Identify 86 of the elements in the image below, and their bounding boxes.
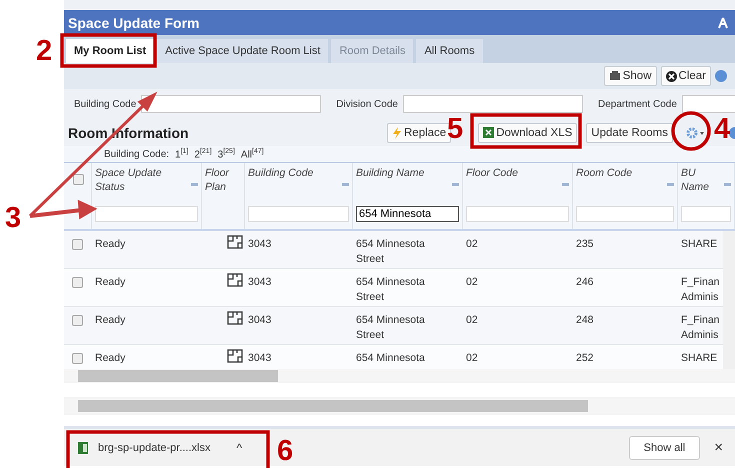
- sort-icon[interactable]: [342, 183, 349, 186]
- sort-icon[interactable]: [191, 183, 198, 186]
- table-cell: 3043: [248, 238, 272, 250]
- table-cell: 246: [576, 276, 594, 288]
- floor-plan-icon[interactable]: [227, 311, 243, 325]
- table-cell-text: 654 Minnesota Street: [356, 313, 426, 343]
- filter-field[interactable]: [95, 206, 198, 222]
- table-cell: 02: [466, 276, 478, 288]
- input-field[interactable]: [141, 95, 322, 113]
- table-cell-text: 654 Minnesota: [356, 351, 426, 366]
- floor-plan-icon[interactable]: [227, 273, 243, 287]
- spreadsheet-icon: [78, 442, 88, 454]
- show-button[interactable]: Show: [604, 66, 657, 86]
- table-cell: 3043: [248, 352, 272, 364]
- floor-plan-icon[interactable]: [227, 235, 243, 249]
- callout-number: 2: [36, 36, 52, 66]
- count-link[interactable]: 1$^{[1]}$: [175, 148, 188, 160]
- column-header[interactable]: Floor Plan: [205, 166, 241, 194]
- table-cell-text: SHARE: [681, 351, 718, 366]
- filter-field[interactable]: [466, 206, 569, 222]
- show-all-button[interactable]: Show all: [628, 436, 700, 460]
- checkbox[interactable]: [72, 277, 83, 288]
- filter-field[interactable]: [681, 206, 731, 222]
- table-cell: F_Finan Adminis: [681, 313, 721, 343]
- clear-button[interactable]: Clear: [660, 66, 711, 86]
- count-link[interactable]: 3$^{[25]}$: [218, 148, 235, 160]
- highlight-circle: [671, 111, 711, 151]
- table-cell: 235: [576, 238, 594, 250]
- tab[interactable]: My Room List: [66, 39, 154, 63]
- tab[interactable]: Active Space Update Room List: [157, 39, 328, 63]
- callout-number: 4: [714, 114, 730, 144]
- update-rooms-button[interactable]: Update Rooms: [586, 122, 673, 142]
- lightning-icon: [392, 126, 402, 138]
- column-header[interactable]: Space Update Status: [95, 166, 191, 194]
- checkbox[interactable]: [73, 174, 84, 185]
- table-cell-text: 654 Minnesota Street: [356, 237, 426, 267]
- binoculars-icon: [608, 71, 621, 81]
- column-header[interactable]: Building Code: [248, 166, 314, 180]
- table-cell: Ready: [95, 238, 126, 250]
- table-cell: 252: [576, 352, 594, 364]
- table-cell: Ready: [95, 352, 126, 364]
- column-header[interactable]: Room Code: [576, 166, 632, 180]
- callout-number: 6: [277, 436, 294, 466]
- table-cell: 248: [576, 314, 594, 326]
- filter-field[interactable]: 654 Minnesota: [356, 206, 459, 222]
- field-label: Building Code: [74, 98, 136, 110]
- checkbox[interactable]: [72, 353, 83, 364]
- download-xls-button[interactable]: Download XLS: [478, 122, 578, 142]
- table-cell: 3043: [248, 314, 272, 326]
- sort-icon[interactable]: [452, 183, 459, 186]
- floor-plan-icon[interactable]: [227, 349, 243, 363]
- table-cell: 3043: [248, 276, 272, 288]
- caret-button[interactable]: ^: [236, 436, 242, 460]
- table-cell: Ready: [95, 314, 126, 326]
- download-file-name[interactable]: brg-sp-update-pr....xlsx: [98, 442, 210, 454]
- table-cell: Ready: [95, 276, 126, 288]
- filter-field[interactable]: [248, 206, 349, 222]
- table-cell: 02: [466, 238, 478, 250]
- callout-number: 3: [5, 203, 22, 233]
- count-link[interactable]: 2$^{[21]}$: [194, 148, 212, 160]
- checkbox[interactable]: [72, 239, 83, 250]
- window-title: Space Update Form: [68, 14, 200, 30]
- filter-field[interactable]: [576, 206, 674, 222]
- column-header[interactable]: BU Name: [681, 166, 724, 194]
- column-header[interactable]: Floor Code: [466, 166, 518, 180]
- field-label: Division Code: [336, 98, 398, 110]
- close-button[interactable]: ×: [710, 436, 727, 460]
- clear-icon: [666, 70, 677, 82]
- filter-label: Building Code:: [104, 148, 170, 160]
- table-cell-text: 654 Minnesota Street: [356, 275, 426, 305]
- sort-icon[interactable]: [724, 183, 731, 186]
- tab[interactable]: All Rooms: [416, 39, 483, 63]
- table-cell: F_Finan Adminis: [681, 275, 721, 305]
- table-cell-text: SHARE: [681, 237, 718, 252]
- count-link[interactable]: All$^{[47]}$: [240, 148, 264, 160]
- column-header[interactable]: Building Name: [356, 166, 424, 180]
- sort-icon[interactable]: [667, 183, 674, 186]
- sort-icon[interactable]: [562, 183, 569, 186]
- spreadsheet-icon: [483, 127, 494, 138]
- field-label: Department Code: [598, 98, 677, 110]
- gear-icon: [686, 126, 706, 138]
- info-icon[interactable]: [715, 70, 727, 82]
- input-field[interactable]: [402, 95, 583, 113]
- table-cell: 02: [466, 352, 478, 364]
- table-cell: 02: [466, 314, 478, 326]
- checkbox[interactable]: [72, 315, 83, 326]
